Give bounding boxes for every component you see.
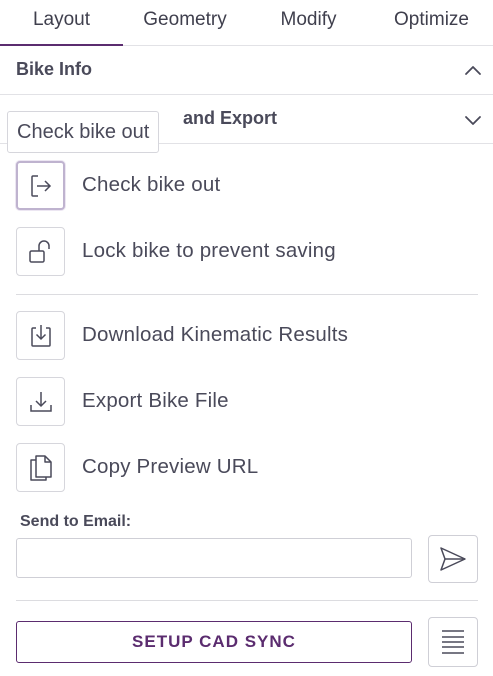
menu-lines-icon [442, 630, 464, 654]
tab-geometry[interactable]: Geometry [123, 0, 247, 46]
chevron-down-icon [465, 116, 481, 125]
bike-info-section-header[interactable]: Bike Info [0, 46, 493, 95]
lock-bike-label: Lock bike to prevent saving [82, 239, 336, 262]
download-kinematic-label: Download Kinematic Results [82, 323, 349, 346]
divider [16, 600, 478, 601]
email-field[interactable] [16, 538, 412, 578]
check-out-tooltip: Check bike out [7, 111, 160, 153]
export-section-title: and Export [183, 108, 278, 128]
chevron-up-icon [465, 66, 481, 75]
setup-cad-sync-button[interactable]: SETUP CAD SYNC [16, 621, 412, 663]
bike-info-title: Bike Info [16, 59, 93, 79]
tab-bar: Layout Geometry Modify Optimize [0, 0, 493, 46]
download-kinematic-results-button[interactable]: Download Kinematic Results [16, 311, 486, 361]
tab-modify[interactable]: Modify [247, 0, 370, 46]
unlock-icon[interactable] [16, 227, 65, 276]
copy-icon[interactable] [16, 443, 65, 492]
copy-preview-url-button[interactable]: Copy Preview URL [16, 443, 486, 493]
download-icon[interactable] [16, 377, 65, 426]
divider [16, 294, 478, 295]
menu-button[interactable] [428, 617, 478, 667]
lock-bike-button[interactable]: Lock bike to prevent saving [16, 227, 486, 277]
logout-arrow-icon[interactable] [16, 161, 65, 210]
send-icon [440, 547, 466, 571]
tab-layout[interactable]: Layout [0, 0, 123, 46]
export-bike-file-button[interactable]: Export Bike File [16, 377, 486, 427]
check-bike-out-button[interactable]: Check bike out [16, 161, 486, 211]
send-to-email-label: Send to Email: [20, 513, 132, 530]
export-bike-file-label: Export Bike File [82, 389, 229, 412]
copy-preview-url-label: Copy Preview URL [82, 455, 259, 478]
send-email-button[interactable] [428, 535, 478, 583]
download-box-icon[interactable] [16, 311, 65, 360]
tab-optimize[interactable]: Optimize [370, 0, 493, 46]
check-bike-out-label: Check bike out [82, 173, 221, 196]
